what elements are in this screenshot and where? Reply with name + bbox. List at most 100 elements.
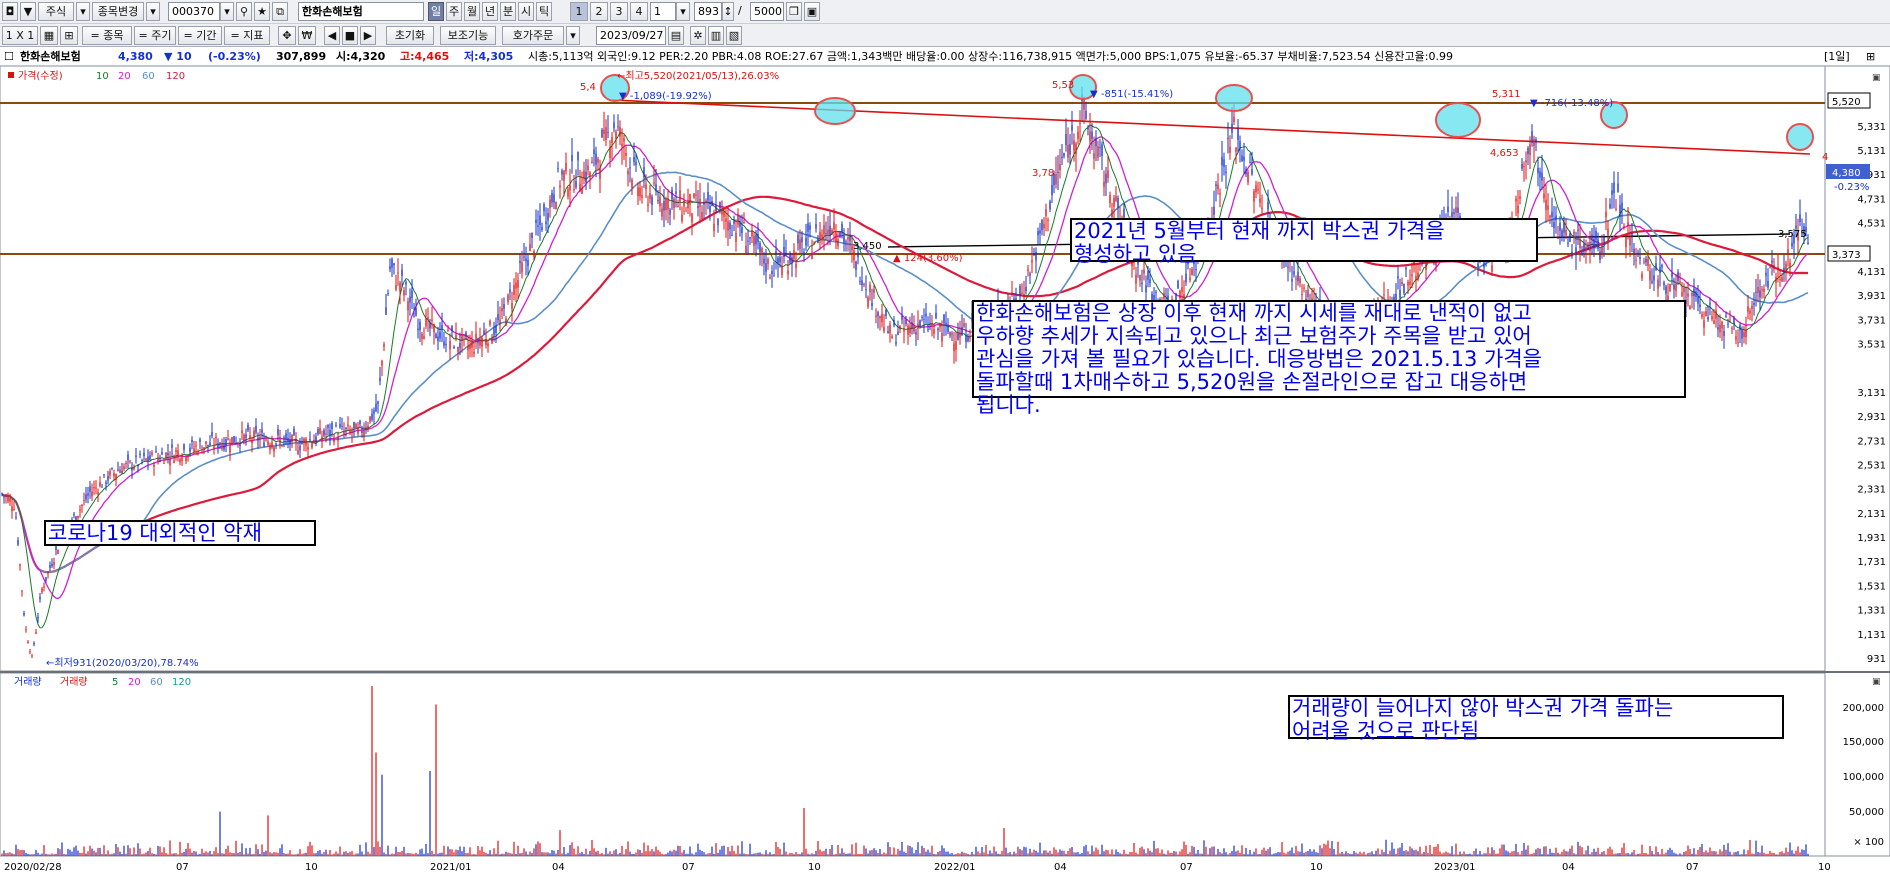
volume-bar xyxy=(1651,851,1653,856)
volume-bar xyxy=(1197,849,1199,856)
chevron-down-icon[interactable]: ▾ xyxy=(676,2,690,21)
chevron-down-icon[interactable]: ▾ xyxy=(76,2,90,21)
indicator-button[interactable]: = 지표 xyxy=(224,26,270,45)
candle-body xyxy=(1051,184,1053,195)
stock-name-field[interactable]: 한화손해보험 xyxy=(298,2,424,21)
candle-body xyxy=(915,332,917,335)
period-month[interactable]: 월 xyxy=(464,2,480,21)
market-select[interactable]: 주식 xyxy=(38,2,74,21)
covid-note: 코로나19 대외적인 악재 xyxy=(44,520,316,546)
volume-bar xyxy=(1605,854,1607,856)
candle-body xyxy=(1123,208,1125,218)
date-input[interactable]: 2023/09/27 xyxy=(596,26,666,45)
interval-input[interactable]: 1 xyxy=(650,2,676,21)
new-window-icon[interactable]: ❐ xyxy=(786,2,802,21)
price-tick-label: 1,931 xyxy=(1857,533,1886,544)
candle-body xyxy=(911,322,913,329)
cycle-button[interactable]: = 주기 xyxy=(134,26,176,45)
change-stock-button[interactable]: 종목변경 xyxy=(92,2,144,21)
favorite-star-icon[interactable]: ★ xyxy=(254,2,270,21)
settings-icon[interactable]: ✲ xyxy=(690,26,706,45)
volume-bar xyxy=(1425,845,1427,856)
stock-filter-button[interactable]: = 종목 xyxy=(82,26,132,45)
bar-count-input[interactable]: 893 xyxy=(694,2,722,21)
scroll-up-icon[interactable]: ▣ xyxy=(1872,73,1881,83)
volume-bar xyxy=(75,845,77,856)
window-menu-icon[interactable]: ◘ xyxy=(2,2,18,21)
volume-bar xyxy=(1253,851,1255,856)
chevron-down-icon[interactable]: ▾ xyxy=(146,2,160,21)
move-icon[interactable]: ✥ xyxy=(278,26,296,45)
dropdown-icon[interactable]: ▼ xyxy=(20,2,36,21)
chevron-down-icon[interactable]: ▾ xyxy=(566,26,580,45)
candle-body xyxy=(469,344,471,350)
volume-bar xyxy=(103,845,105,856)
candle-body xyxy=(703,202,705,205)
volume-bar xyxy=(449,849,451,856)
chart-icon[interactable]: ▥ xyxy=(708,26,724,45)
interval-3[interactable]: 3 xyxy=(610,2,628,21)
period-minute[interactable]: 분 xyxy=(500,2,516,21)
period-tick[interactable]: 틱 xyxy=(536,2,552,21)
stop-icon[interactable]: ■ xyxy=(342,26,358,45)
candle-body xyxy=(1235,147,1237,152)
candle-body xyxy=(903,328,905,332)
print-icon[interactable]: ▧ xyxy=(726,26,742,45)
volume-bar xyxy=(43,845,45,856)
save-icon[interactable]: ▣ xyxy=(804,2,820,21)
won-icon[interactable]: ₩ xyxy=(298,26,316,45)
volume-bar xyxy=(1501,844,1503,856)
period-week[interactable]: 주 xyxy=(446,2,462,21)
order-book-button[interactable]: 호가주문 xyxy=(502,26,564,45)
volume-bar xyxy=(755,853,757,856)
volume-bar xyxy=(1739,854,1741,856)
candle-body xyxy=(217,444,219,448)
candle-body xyxy=(475,333,477,340)
max-count-input[interactable]: 5000 xyxy=(750,2,784,21)
search-icon[interactable]: ⚲ xyxy=(236,2,252,21)
candle-body xyxy=(769,277,771,279)
chevron-down-icon[interactable]: ▾ xyxy=(220,2,234,21)
candle-body xyxy=(341,425,343,427)
candle-body xyxy=(881,313,883,323)
volume-bar xyxy=(1753,853,1755,856)
reset-button[interactable]: 초기화 xyxy=(386,26,434,45)
spin-icon[interactable]: ↕ xyxy=(722,2,734,21)
split-icon[interactable]: ⊞ xyxy=(60,26,78,45)
range-button[interactable]: = 기간 xyxy=(178,26,222,45)
volume-bar xyxy=(549,853,551,856)
checkbox-icon[interactable]: ☐ xyxy=(4,48,14,65)
pin-icon[interactable]: ⊞ xyxy=(1866,48,1875,65)
period-hour[interactable]: 시 xyxy=(518,2,534,21)
volume-bar xyxy=(1003,827,1005,856)
play-icon[interactable]: ▶ xyxy=(360,26,376,45)
candle-body xyxy=(1573,231,1575,235)
volume-bar xyxy=(1409,846,1411,856)
candle-body xyxy=(699,198,701,207)
volume-bar xyxy=(941,845,943,856)
calendar-icon[interactable]: ▤ xyxy=(668,26,684,45)
volume-bar xyxy=(19,850,21,856)
candle-body xyxy=(87,493,89,496)
date-tick-label: 2022/01 xyxy=(934,862,976,873)
period-year[interactable]: 년 xyxy=(482,2,498,21)
candle-body xyxy=(1701,314,1703,318)
scroll-up-icon[interactable]: ▣ xyxy=(1872,677,1881,687)
copy-icon[interactable]: ⧉ xyxy=(272,2,288,21)
period-day[interactable]: 일 xyxy=(428,2,444,21)
candle-body xyxy=(1605,211,1607,218)
chart-area[interactable]: ←최고5,520(2021/05/13),26.03% 5,4 ▼ -1,089… xyxy=(0,65,1890,879)
grid-icon[interactable]: ▦ xyxy=(40,26,58,45)
interval-1[interactable]: 1 xyxy=(570,2,588,21)
layout-button[interactable]: 1 X 1 xyxy=(2,26,38,45)
prev-icon[interactable]: ◀ xyxy=(324,26,340,45)
volume-bar xyxy=(1035,850,1037,856)
volume-bar xyxy=(1289,850,1291,856)
aux-function-button[interactable]: 보조기능 xyxy=(440,26,496,45)
low-annotation: ←최저931(2020/03/20),78.74% xyxy=(46,657,199,669)
interval-4[interactable]: 4 xyxy=(630,2,648,21)
stock-code-input[interactable]: 000370 xyxy=(168,2,220,21)
candle-body xyxy=(1415,276,1417,281)
interval-2[interactable]: 2 xyxy=(590,2,608,21)
volume-bar xyxy=(613,850,615,856)
